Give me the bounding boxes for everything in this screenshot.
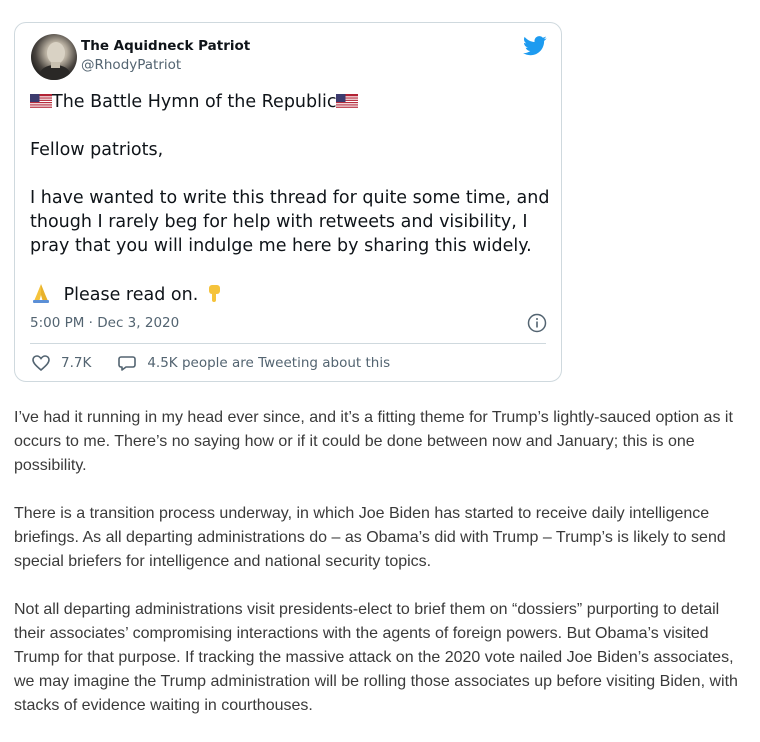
user-handle[interactable]: @RhodyPatriot <box>81 57 181 73</box>
tweet-actions: 7.7K 4.5K people are Tweeting about this <box>31 353 416 373</box>
article-paragraph: I’ve had it running in my head ever sinc… <box>14 409 733 474</box>
info-icon[interactable] <box>527 313 547 333</box>
like-button[interactable]: 7.7K <box>31 353 91 373</box>
us-flag-icon <box>336 94 359 109</box>
us-flag-icon <box>30 94 52 109</box>
tweet-body-paragraph: I have wanted to write this thread for q… <box>30 188 550 256</box>
folded-hands-icon <box>33 284 49 303</box>
tweet-title-line: The Battle Hymn of the Republic <box>30 90 550 114</box>
divider <box>30 343 546 344</box>
article-paragraph: Not all departing administrations visit … <box>14 601 738 714</box>
avatar[interactable] <box>31 34 77 80</box>
twitter-bird-icon[interactable] <box>523 36 547 56</box>
tweet-title: The Battle Hymn of the Republic <box>52 92 337 112</box>
article-body: I’ve had it running in my head ever sinc… <box>14 406 744 742</box>
tweet-timestamp[interactable]: 5:00 PM · Dec 3, 2020 <box>30 315 179 331</box>
conversation-button[interactable]: 4.5K people are Tweeting about this <box>117 353 390 373</box>
tweet-greeting: Fellow patriots, <box>30 140 164 160</box>
like-count: 7.7K <box>61 355 92 371</box>
display-name[interactable]: The Aquidneck Patriot <box>81 38 250 54</box>
conversation-text: 4.5K people are Tweeting about this <box>147 355 391 371</box>
portrait-image <box>40 42 70 80</box>
speech-bubble-icon <box>118 356 137 371</box>
embedded-tweet-card[interactable]: The Aquidneck Patriot @RhodyPatriot The … <box>14 22 562 382</box>
pointing-down-icon <box>208 285 220 302</box>
tweet-cta: Please read on. <box>63 285 199 305</box>
tweet-cta-line: Please read on. <box>30 282 550 307</box>
article-paragraph: There is a transition process underway, … <box>14 505 726 570</box>
heart-icon <box>32 355 50 372</box>
tweet-text: The Battle Hymn of the Republic Fellow p… <box>30 90 550 307</box>
